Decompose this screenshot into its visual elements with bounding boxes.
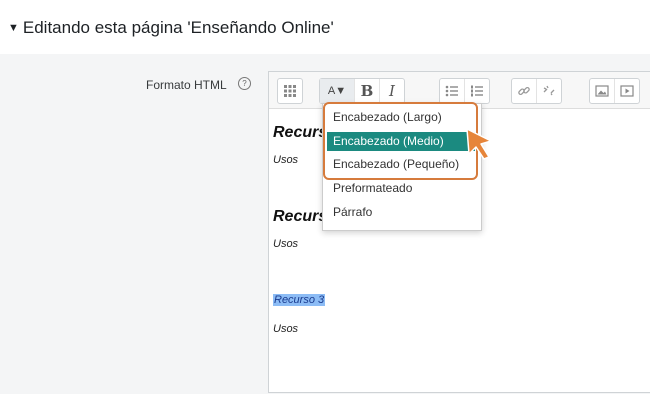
collapse-caret-icon[interactable]: ▼ [8, 22, 19, 34]
unlink-icon [543, 85, 555, 96]
unlink-button[interactable] [536, 79, 561, 103]
content-heading: Recurs [273, 124, 328, 141]
toolbar-group-toggle [277, 78, 303, 104]
media-icon [620, 85, 634, 97]
help-icon[interactable]: ? [238, 77, 251, 90]
content-paragraph: Usos [273, 154, 299, 166]
ordered-list-button[interactable] [464, 79, 489, 103]
toolbar-group-lists [439, 78, 490, 104]
menu-item-preformatted[interactable]: Preformateado [333, 181, 412, 195]
toolbar-toggle-icon [284, 85, 296, 97]
paragraph-styles-button[interactable]: A▼ [320, 79, 354, 103]
image-button[interactable] [590, 79, 614, 103]
menu-item-paragraph[interactable]: Párrafo [333, 205, 372, 219]
content-paragraph: Usos [273, 238, 299, 250]
field-label: Formato HTML [146, 78, 227, 92]
paragraph-style-icon: A▼ [327, 85, 347, 97]
link-icon [518, 86, 530, 96]
menu-item-heading-small[interactable]: Encabezado (Pequeño) [333, 157, 459, 171]
menu-item-heading-medium[interactable]: Encabezado (Medio) [327, 132, 475, 151]
content-paragraph: Usos [273, 323, 299, 335]
toolbar-group-links [511, 78, 562, 104]
ordered-list-icon [471, 85, 483, 97]
toolbar-group-format: A▼ B I [319, 78, 405, 104]
toolbar-toggle-button[interactable] [278, 79, 302, 103]
section-title: Editando esta página 'Enseñando Online' [22, 18, 334, 37]
italic-button[interactable]: I [379, 79, 404, 103]
pointer-arrow-icon [466, 128, 492, 160]
image-icon [595, 85, 609, 97]
italic-label: I [389, 82, 395, 100]
media-button[interactable] [614, 79, 639, 103]
selected-text: Recurso 3 [273, 294, 326, 306]
paragraph-style-menu: Encabezado (Largo) Encabezado (Medio) En… [322, 103, 482, 231]
unordered-list-icon [445, 85, 458, 97]
link-button[interactable] [512, 79, 536, 103]
bold-button[interactable]: B [354, 79, 379, 103]
unordered-list-button[interactable] [440, 79, 464, 103]
menu-item-heading-large[interactable]: Encabezado (Largo) [333, 110, 442, 124]
content-heading: Recurs [273, 208, 328, 225]
section-header[interactable]: ▼ Editando esta página 'Enseñando Online… [8, 18, 334, 38]
toolbar-group-media [589, 78, 640, 104]
bold-label: B [360, 82, 374, 100]
